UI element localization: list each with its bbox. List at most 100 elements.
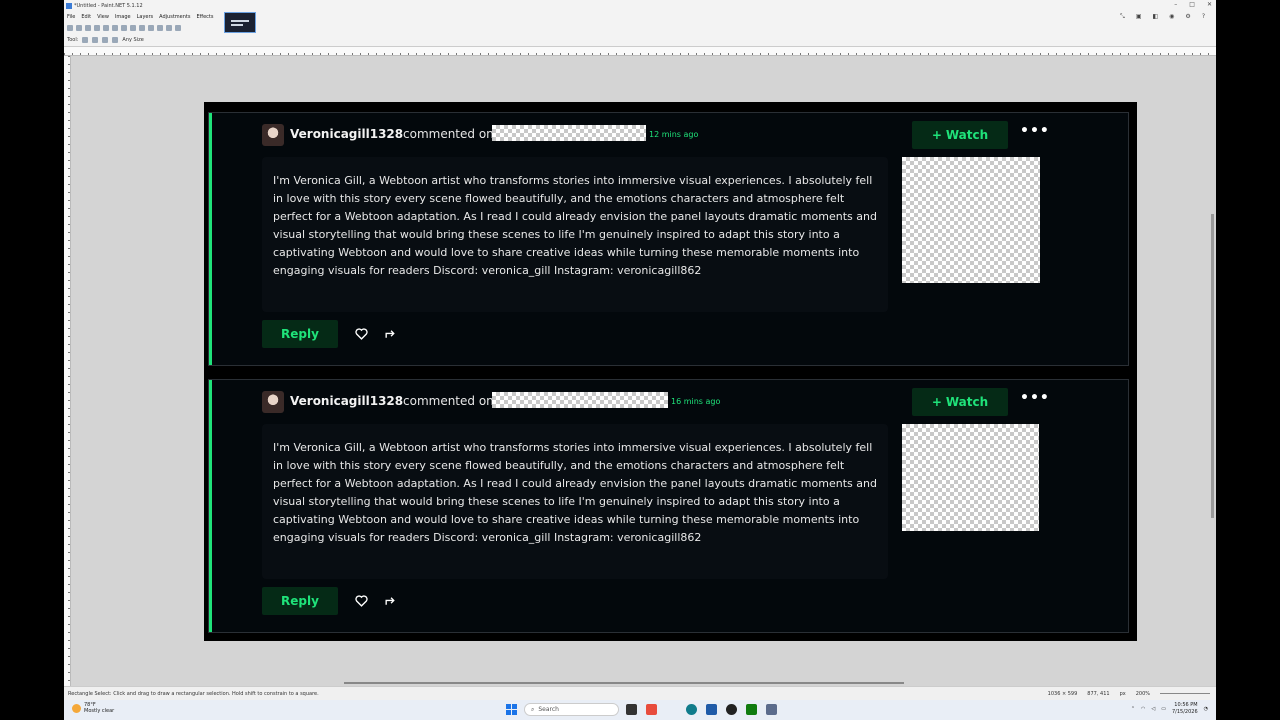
paint-net-window: *Untitled - Paint.NET 5.1.12 – □ ✕ File … — [64, 0, 1216, 720]
history-window-icon[interactable]: ▣ — [1133, 13, 1145, 21]
open-icon[interactable] — [76, 25, 82, 31]
app-icon[interactable] — [706, 704, 717, 715]
task-view-icon[interactable] — [626, 704, 637, 715]
selection-mode-icon[interactable] — [92, 37, 99, 43]
watch-button[interactable]: + Watch — [912, 388, 1008, 416]
xbox-icon[interactable] — [746, 704, 757, 715]
tool-options-bar: Tool: Any Size — [64, 34, 1216, 47]
more-options-icon[interactable]: ••• — [1020, 123, 1050, 139]
start-icon[interactable] — [506, 704, 517, 715]
menu-edit[interactable]: Edit — [78, 14, 94, 20]
settings-icon[interactable]: ⚙ — [1182, 13, 1193, 21]
image-canvas[interactable]: Veronicagill1328 commented on 12 mins ag… — [204, 102, 1137, 641]
status-bar: Rectangle Select: Click and drag to draw… — [64, 686, 1216, 700]
clock-time: 10:56 PM — [1174, 702, 1198, 708]
zoom-slider[interactable] — [1160, 693, 1210, 694]
comment-text: I'm Veronica Gill, a Webtoon artist who … — [273, 174, 877, 277]
watch-label: Watch — [945, 395, 989, 409]
grid-icon[interactable] — [166, 25, 172, 31]
windows-taskbar: 78°F Mostly clear ⌕ Search ⌃ ◠ ◁ ▭ 10:56… — [64, 700, 1216, 720]
share-icon[interactable] — [383, 327, 397, 341]
rectangle-select-icon[interactable] — [82, 37, 89, 43]
reply-button[interactable]: Reply — [262, 587, 338, 615]
comment-time: 12 mins ago — [649, 130, 699, 139]
close-button[interactable]: ✕ — [1207, 1, 1212, 8]
paint-net-taskbar-icon[interactable] — [766, 704, 777, 715]
clock[interactable]: 10:56 PM 7/15/2026 — [1172, 702, 1198, 716]
crop-icon[interactable] — [130, 25, 136, 31]
commented-on-text: commented on — [403, 127, 494, 141]
redacted-story-title — [492, 125, 646, 141]
help-icon[interactable]: ? — [1199, 13, 1208, 21]
comment-body: I'm Veronica Gill, a Webtoon artist who … — [262, 157, 888, 312]
colors-window-icon[interactable]: ◉ — [1166, 13, 1177, 21]
rulers-icon[interactable] — [175, 25, 181, 31]
system-tray: ⌃ ◠ ◁ ▭ 10:56 PM 7/15/2026 ◔ — [1131, 702, 1208, 716]
copy-icon[interactable] — [112, 25, 118, 31]
print-icon[interactable] — [94, 25, 100, 31]
search-placeholder: Search — [538, 706, 559, 713]
vertical-ruler — [64, 56, 71, 686]
zoom-level[interactable]: 200% — [1136, 691, 1150, 697]
redacted-preview-image — [902, 424, 1039, 531]
volume-icon[interactable]: ◁ — [1151, 706, 1155, 712]
menu-effects[interactable]: Effects — [193, 14, 216, 20]
menu-layers[interactable]: Layers — [134, 14, 157, 20]
redacted-preview-image — [902, 157, 1040, 283]
menu-file[interactable]: File — [64, 14, 78, 20]
selection-mode-2-icon[interactable] — [102, 37, 109, 43]
selection-mode-3-icon[interactable] — [112, 37, 119, 43]
weather-widget[interactable]: 78°F Mostly clear — [72, 702, 114, 714]
watch-button[interactable]: + Watch — [912, 121, 1008, 149]
layers-window-icon[interactable]: ◧ — [1150, 13, 1162, 21]
menu-image[interactable]: Image — [112, 14, 134, 20]
taskbar-search[interactable]: ⌕ Search — [524, 703, 619, 716]
maximize-button[interactable]: □ — [1189, 1, 1195, 8]
heart-icon[interactable] — [354, 594, 368, 608]
reply-button[interactable]: Reply — [262, 320, 338, 348]
minimize-button[interactable]: – — [1174, 1, 1177, 8]
image-thumbnail-tab[interactable] — [224, 12, 256, 33]
plus-icon: + — [931, 128, 942, 142]
app-icon[interactable] — [726, 704, 737, 715]
notifications-icon[interactable]: ◔ — [1204, 706, 1208, 712]
comment-body: I'm Veronica Gill, a Webtoon artist who … — [262, 424, 888, 579]
plus-icon: + — [931, 395, 942, 409]
redo-icon[interactable] — [157, 25, 163, 31]
comment-time: 16 mins ago — [671, 397, 721, 406]
battery-icon[interactable]: ▭ — [1161, 706, 1166, 712]
paste-icon[interactable] — [121, 25, 127, 31]
selection-size: 1036 × 599 — [1047, 690, 1078, 697]
undo-icon[interactable] — [148, 25, 154, 31]
avatar[interactable] — [262, 391, 284, 413]
size-dropdown[interactable]: Any Size — [122, 37, 143, 43]
weather-icon — [72, 703, 81, 713]
more-options-icon[interactable]: ••• — [1020, 390, 1050, 406]
deselect-icon[interactable] — [139, 25, 145, 31]
vertical-scrollbar[interactable] — [1211, 214, 1214, 518]
edge-icon[interactable] — [686, 704, 697, 715]
menu-adjustments[interactable]: Adjustments — [156, 14, 193, 20]
new-icon[interactable] — [67, 25, 73, 31]
username[interactable]: Veronicagill1328 — [290, 127, 403, 141]
avatar[interactable] — [262, 124, 284, 146]
comment-card: Veronicagill1328 commented on 12 mins ag… — [208, 112, 1129, 366]
status-hint: Rectangle Select: Click and drag to draw… — [68, 690, 319, 697]
tools-window-icon[interactable]: ⤡ — [1117, 13, 1128, 21]
cut-icon[interactable] — [103, 25, 109, 31]
menu-view[interactable]: View — [94, 14, 112, 20]
comment-card: Veronicagill1328 commented on 16 mins ag… — [208, 379, 1129, 633]
share-icon[interactable] — [383, 594, 397, 608]
save-icon[interactable] — [85, 25, 91, 31]
units-dropdown[interactable]: px — [1120, 691, 1126, 697]
chevron-up-icon[interactable]: ⌃ — [1131, 706, 1135, 712]
redacted-story-title — [492, 392, 668, 408]
chrome-icon[interactable] — [646, 704, 657, 715]
wifi-icon[interactable]: ◠ — [1141, 706, 1145, 712]
title-bar: *Untitled - Paint.NET 5.1.12 – □ ✕ — [64, 0, 1216, 11]
username[interactable]: Veronicagill1328 — [290, 394, 403, 408]
heart-icon[interactable] — [354, 327, 368, 341]
search-icon: ⌕ — [531, 705, 535, 713]
horizontal-scrollbar[interactable] — [344, 682, 904, 684]
weather-desc: Mostly clear — [84, 708, 115, 714]
